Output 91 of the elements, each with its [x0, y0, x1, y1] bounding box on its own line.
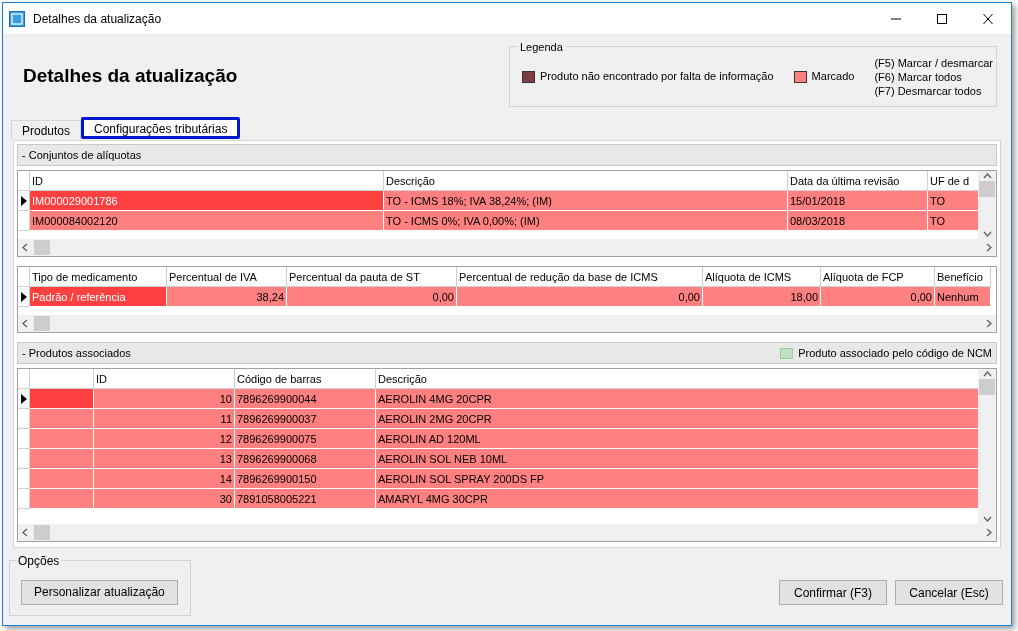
scroll-thumb[interactable]	[34, 525, 50, 540]
table-cell: 10	[94, 389, 235, 409]
dialog-button[interactable]: Cancelar (Esc)	[895, 580, 1003, 605]
row-header-cell[interactable]	[18, 211, 30, 231]
shortcut-hint: (F5) Marcar / desmarcar	[874, 55, 993, 70]
scroll-up-icon[interactable]	[982, 173, 992, 179]
table-cell: 30	[94, 489, 235, 509]
table-cell: 13	[94, 449, 235, 469]
table-cell: 7896269900150	[235, 469, 376, 489]
row-header-cell[interactable]	[18, 191, 30, 211]
dialog-button[interactable]: Confirmar (F3)	[779, 580, 887, 605]
app-logo-icon	[9, 10, 25, 27]
mark-cell[interactable]	[30, 469, 94, 489]
scroll-thumb[interactable]	[979, 379, 995, 395]
scroll-thumb[interactable]	[979, 181, 995, 197]
shortcut-hint: (F6) Marcar todos	[874, 69, 963, 84]
scroll-thumb[interactable]	[34, 240, 50, 255]
scroll-thumb[interactable]	[34, 316, 50, 331]
table-cell: 11	[94, 409, 235, 429]
tab[interactable]: Produtos	[11, 120, 82, 140]
table-cell: 14	[94, 469, 235, 489]
mark-cell[interactable]	[30, 429, 94, 449]
mark-cell[interactable]	[30, 449, 94, 469]
legend-label: Produto não encontrado por falta de informação	[540, 69, 774, 85]
row-header-cell[interactable]	[18, 287, 30, 307]
table-cell: TO	[928, 211, 978, 231]
close-icon[interactable]	[982, 13, 994, 24]
table-cell: TO	[928, 191, 978, 211]
table-cell: 7896269900037	[235, 409, 376, 429]
customize-update-button[interactable]: Personalizar atualização	[21, 579, 178, 605]
row-header-cell[interactable]	[18, 429, 30, 449]
table-cell: Padrão / referência	[30, 287, 167, 307]
table-cell: TO - ICMS 18%; IVA 38,24%; (IM)	[384, 191, 788, 211]
table-cell: 0,00	[821, 287, 935, 307]
table-cell: 12	[94, 429, 235, 449]
row-header-cell[interactable]	[18, 469, 30, 489]
horizontal-scrollbar[interactable]	[18, 315, 996, 332]
table-cell: 0,00	[457, 287, 703, 307]
scroll-left-icon[interactable]	[22, 243, 28, 252]
table-cell: 7896269900075	[235, 429, 376, 449]
table-cell: AEROLIN 4MG 20CPR	[376, 389, 978, 409]
mark-cell[interactable]	[30, 409, 94, 429]
table-cell: 7896269900068	[235, 449, 376, 469]
table-cell: 38,24	[167, 287, 287, 307]
vertical-scrollbar[interactable]	[978, 171, 996, 239]
section-title: - Conjuntos de alíquotas	[22, 147, 142, 163]
scroll-right-icon[interactable]	[986, 319, 992, 328]
page-heading: Detalhes da atualização	[23, 64, 238, 88]
scroll-down-icon[interactable]	[982, 516, 992, 522]
legend-label: Marcado	[811, 69, 855, 85]
mark-cell[interactable]	[30, 389, 94, 409]
horizontal-scrollbar[interactable]	[18, 239, 996, 256]
scroll-up-icon[interactable]	[982, 371, 992, 377]
tab[interactable]: Configurações tributárias	[81, 117, 241, 139]
table-cell: Nenhum	[935, 287, 991, 307]
table-cell: AMARYL 4MG 30CPR	[376, 489, 978, 509]
section-header-bar[interactable]: - Conjuntos de alíquotas	[17, 144, 997, 166]
row-header-cell[interactable]	[18, 489, 30, 509]
scroll-right-icon[interactable]	[986, 243, 992, 252]
table-cell: AEROLIN AD 120ML	[376, 429, 978, 449]
table-cell: 7891058005221	[235, 489, 376, 509]
table-cell: 18,00	[703, 287, 821, 307]
row-header-cell[interactable]	[18, 449, 30, 469]
shortcut-hint: (F7) Desmarcar todos	[874, 83, 983, 98]
table-cell: IM000029001786	[30, 191, 384, 211]
row-header-cell[interactable]	[18, 389, 30, 409]
table-cell: IM000084002120	[30, 211, 384, 231]
mark-cell[interactable]	[30, 489, 94, 509]
table-cell: 08/03/2018	[788, 211, 928, 231]
table-cell: AEROLIN 2MG 20CPR	[376, 409, 978, 429]
horizontal-scrollbar[interactable]	[18, 524, 996, 541]
scroll-right-icon[interactable]	[986, 528, 992, 537]
current-row-icon	[20, 393, 27, 404]
table-cell: 7896269900044	[235, 389, 376, 409]
section-title: - Produtos associados	[22, 345, 131, 361]
table-cell: AEROLIN SOL SPRAY 200DS FP	[376, 469, 978, 489]
window-title: Detalhes da atualização	[33, 10, 162, 28]
current-row-icon	[20, 195, 27, 206]
legend-label: Produto associado pelo código de NCM	[798, 345, 992, 361]
vertical-scrollbar[interactable]	[978, 369, 996, 524]
row-header-cell[interactable]	[18, 409, 30, 429]
table-cell: 0,00	[287, 287, 457, 307]
table-cell: AEROLIN SOL NEB 10ML	[376, 449, 978, 469]
scroll-left-icon[interactable]	[22, 319, 28, 328]
table-cell: 15/01/2018	[788, 191, 928, 211]
maximize-icon[interactable]	[936, 13, 948, 24]
scroll-left-icon[interactable]	[22, 528, 28, 537]
current-row-icon	[20, 291, 27, 302]
table-cell: TO - ICMS 0%; IVA 0,00%; (IM)	[384, 211, 788, 231]
scroll-down-icon[interactable]	[982, 231, 992, 237]
section-header-bar[interactable]: - Produtos associados Produto associado pelo código de NCM	[17, 342, 997, 364]
